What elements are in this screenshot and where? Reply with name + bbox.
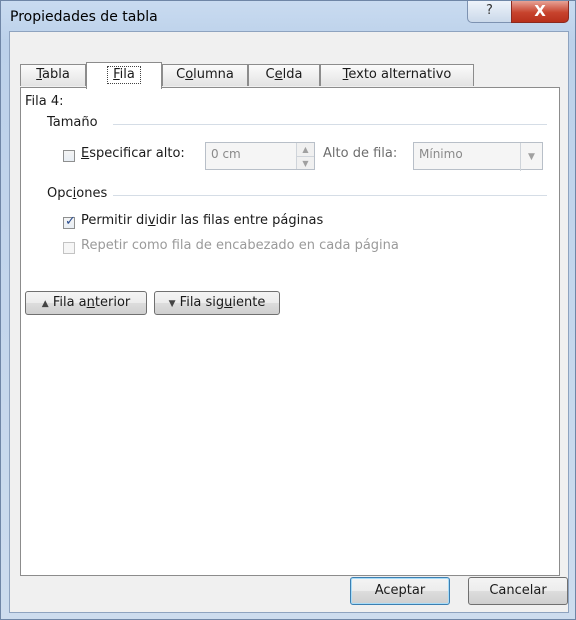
triangle-up-icon: ▲ — [41, 299, 49, 309]
previous-row-pre: Fila a — [52, 295, 87, 310]
tab-panel-fila: Fila 4: Tamaño Especificar alto: 0 cm ▲ … — [20, 87, 560, 576]
options-section-divider — [113, 195, 547, 196]
tab-celda-label: lda — [282, 67, 303, 82]
spin-down-icon[interactable]: ▼ — [296, 156, 314, 169]
previous-row-button[interactable]: ▲ Fila anterior — [25, 291, 147, 315]
specify-height-text: specificar alto: — [89, 146, 185, 161]
tab-fila-focus: Fila — [107, 66, 141, 84]
title-bar: Propiedades de tabla ? X — [1, 1, 575, 31]
tab-texto-alternativo[interactable]: Texto alternativo — [320, 64, 474, 86]
tab-tabla-label: abla — [42, 67, 70, 82]
next-row-pre: Fila sig — [179, 295, 225, 310]
specify-height-label[interactable]: Especificar alto: — [81, 146, 185, 161]
tab-columna-pre: C — [176, 67, 186, 82]
allow-split-text: idir las filas entre páginas — [155, 213, 324, 228]
row-height-value: Mínimo — [419, 147, 463, 161]
tab-texto-alternativo-label: exto alternativo — [348, 67, 452, 82]
options-section-text: ones — [76, 186, 108, 201]
allow-split-pre: Permitir di — [81, 213, 148, 228]
window-title: Propiedades de tabla — [10, 9, 158, 25]
row-height-dropdown[interactable]: Mínimo ▼ — [413, 142, 543, 171]
tab-columna-mnemonic: o — [185, 67, 194, 82]
close-icon: X — [534, 2, 546, 20]
height-value-text: 0 cm — [211, 147, 241, 161]
previous-row-text: terior — [94, 295, 131, 310]
checkmark-icon: ✓ — [65, 214, 76, 229]
row-height-label: Alto de fila: — [323, 146, 398, 161]
specify-height-mnemonic: E — [81, 146, 90, 161]
tab-fila[interactable]: Fila — [86, 62, 162, 89]
spin-up-icon[interactable]: ▲ — [296, 143, 314, 156]
tab-columna[interactable]: Columna — [162, 64, 248, 86]
close-button[interactable]: X — [511, 1, 569, 23]
cancel-button[interactable]: Cancelar — [468, 577, 568, 605]
ok-button[interactable]: Aceptar — [350, 577, 450, 605]
help-icon: ? — [486, 3, 493, 18]
size-section-label: Tamaño — [47, 115, 98, 130]
allow-split-mnemonic: v — [147, 213, 156, 228]
allow-split-checkbox[interactable]: ✓ — [63, 214, 76, 229]
options-section-pre: Opc — [47, 186, 73, 201]
tab-celda-pre: C — [265, 67, 275, 82]
dialog-window: Propiedades de tabla ? X Tabla Fila Colu… — [0, 0, 576, 620]
tab-tabla[interactable]: Tabla — [20, 64, 86, 86]
help-button[interactable]: ? — [467, 1, 512, 23]
row-heading: Fila 4: — [25, 94, 64, 109]
next-row-button[interactable]: ▼ Fila siguiente — [154, 291, 280, 315]
tab-celda[interactable]: Celda — [248, 64, 320, 86]
specify-height-checkbox[interactable] — [63, 150, 75, 162]
dialog-body: Tabla Fila Columna Celda Texto alternati… — [9, 31, 569, 613]
triangle-down-icon: ▼ — [168, 299, 176, 309]
tab-fila-label: ila — [119, 67, 135, 82]
dropdown-arrow-icon: ▼ — [520, 143, 542, 171]
options-section-label: Opciones — [47, 186, 107, 201]
repeat-header-label[interactable]: Repetir como fila de encabezado en cada … — [81, 238, 399, 253]
tab-celda-mnemonic: e — [274, 67, 283, 82]
size-section-divider — [113, 124, 547, 125]
allow-split-label[interactable]: Permitir dividir las filas entre páginas — [81, 213, 323, 228]
previous-row-mnemonic: n — [86, 295, 95, 310]
next-row-text: iente — [232, 295, 266, 310]
tab-columna-label: lumna — [193, 67, 234, 82]
repeat-header-checkbox[interactable] — [63, 242, 75, 254]
height-value-input[interactable]: 0 cm ▲ ▼ — [205, 142, 315, 170]
